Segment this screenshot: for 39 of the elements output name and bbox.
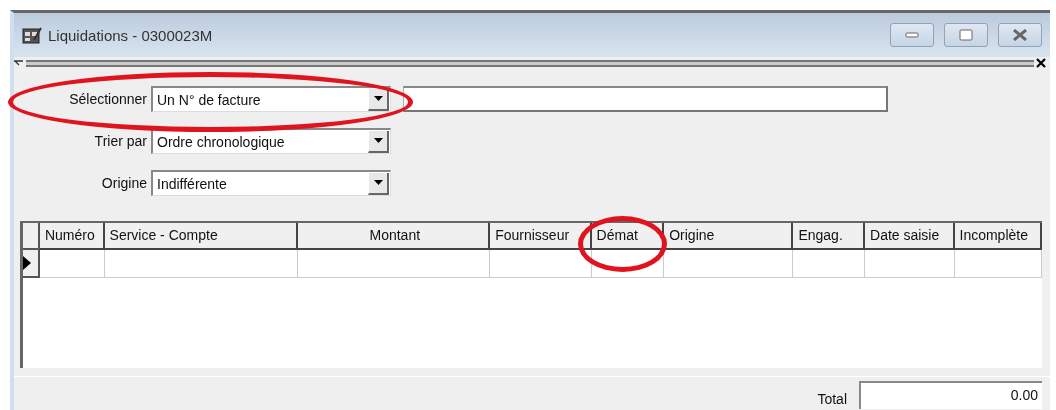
table-cell[interactable]: [865, 250, 955, 278]
maximize-icon: [959, 29, 973, 41]
column-header[interactable]: Montant: [298, 223, 491, 250]
table-cell[interactable]: [39, 250, 105, 278]
table-cell[interactable]: [490, 250, 592, 278]
field-label: Trier par: [93, 133, 148, 149]
row-header[interactable]: [23, 250, 40, 278]
minimize-icon: [905, 32, 919, 38]
window-title: Liquidations - 0300023M: [48, 26, 214, 44]
dropdown[interactable]: Un N° de facture: [151, 86, 391, 112]
total-field: 0.00: [859, 381, 1042, 409]
column-header[interactable]: Incomplète: [954, 223, 1042, 250]
close-button[interactable]: [998, 23, 1042, 47]
table-cell[interactable]: [664, 250, 794, 278]
column-header[interactable]: Numéro: [39, 223, 105, 250]
toolbar-grip[interactable]: [26, 59, 1034, 67]
column-header[interactable]: Service - Compte: [104, 223, 299, 250]
field-label: Sélectionner: [68, 91, 148, 107]
table-cell[interactable]: [793, 250, 866, 278]
field-label: Origine: [100, 175, 148, 191]
maximize-button[interactable]: [944, 23, 988, 47]
dropdown[interactable]: Ordre chronologique: [151, 128, 391, 154]
app-icon: [22, 26, 42, 44]
column-header[interactable]: Origine: [664, 223, 794, 250]
search-field[interactable]: [403, 86, 888, 112]
column-header[interactable]: Fournisseur: [490, 223, 592, 250]
column-header[interactable]: Date saisie: [865, 223, 955, 250]
dropdown[interactable]: Indifférente: [151, 170, 391, 196]
table-cell[interactable]: [954, 250, 1042, 278]
column-header[interactable]: Engag.: [793, 223, 865, 250]
total-label: Total: [817, 391, 847, 407]
close-icon[interactable]: [1036, 58, 1046, 68]
table-cell[interactable]: [298, 250, 491, 278]
collapse-arrow-icon[interactable]: [14, 59, 24, 67]
column-header[interactable]: Démat: [591, 223, 665, 250]
current-row-icon: [23, 256, 31, 270]
close-icon: [1012, 29, 1028, 41]
table-cell[interactable]: [104, 250, 299, 278]
grid-corner: [23, 223, 40, 250]
